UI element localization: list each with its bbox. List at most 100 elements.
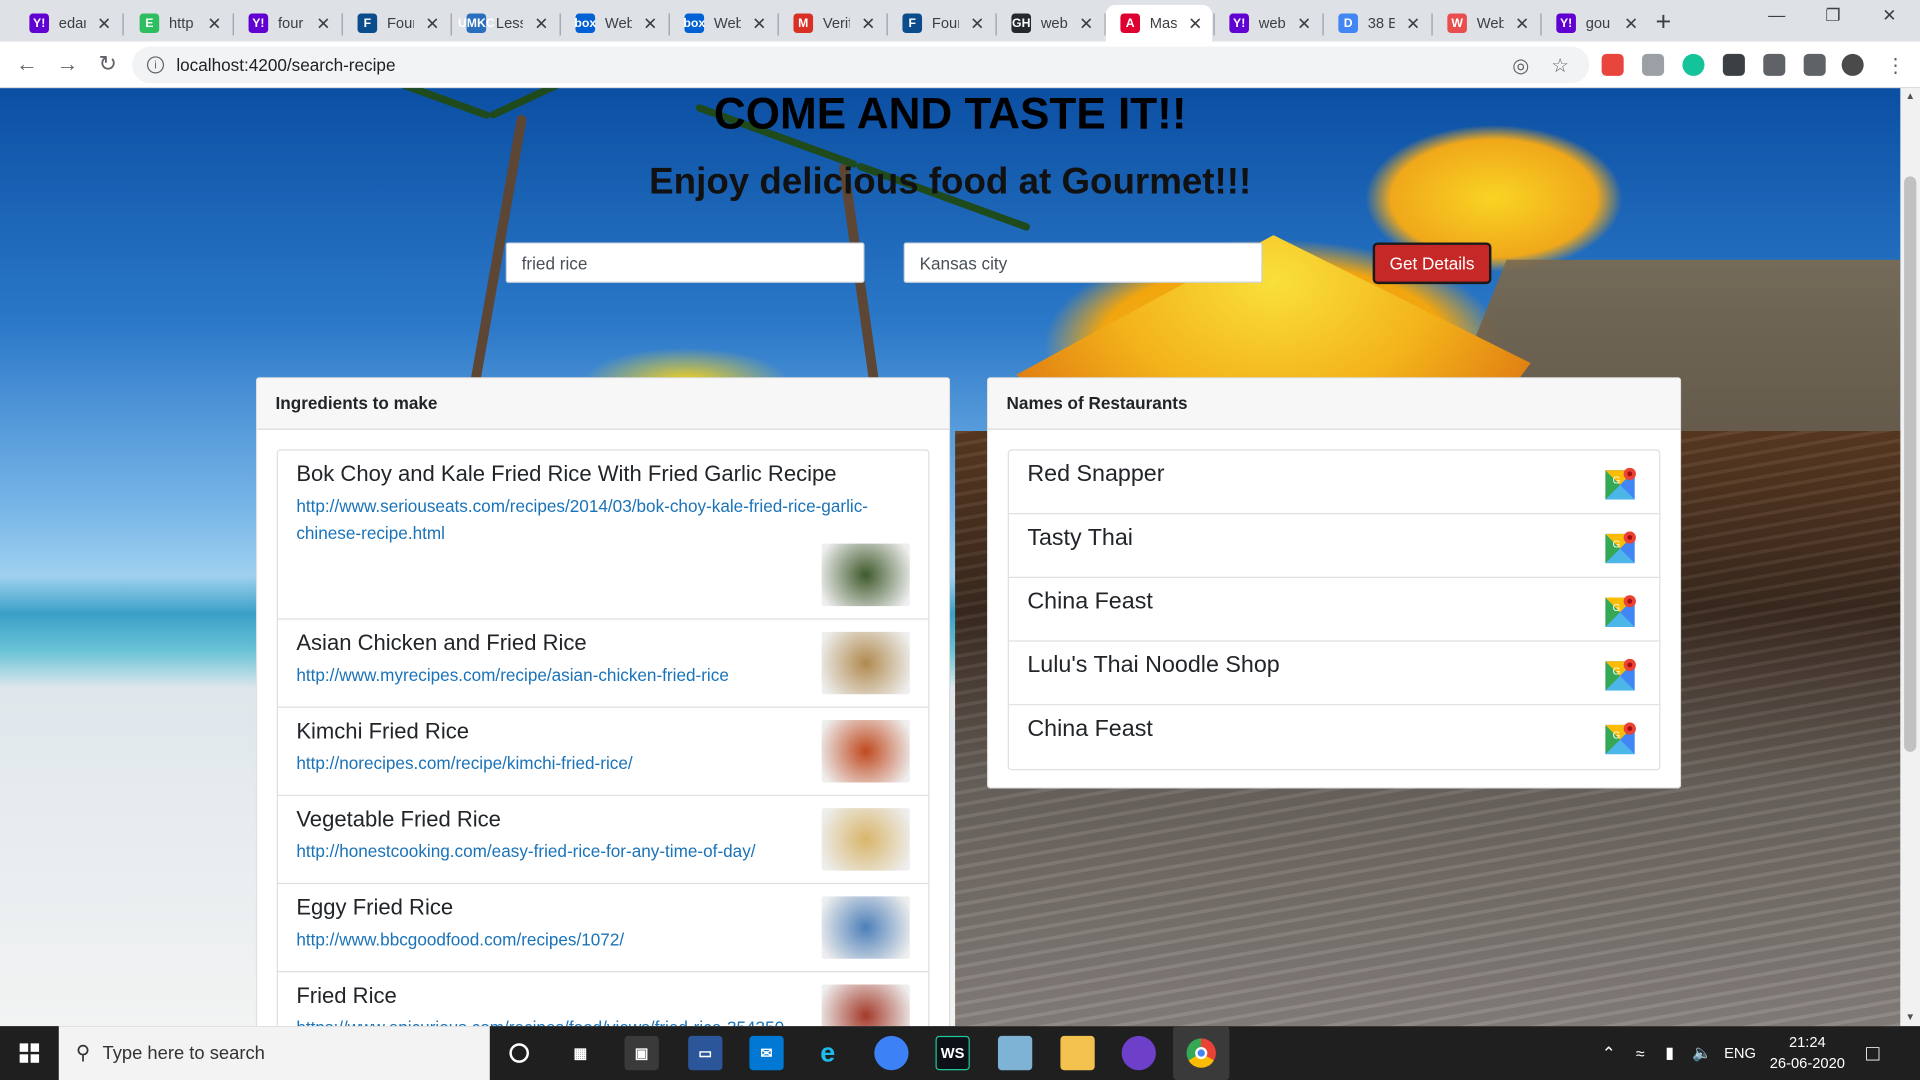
recipe-link[interactable]: http://www.myrecipes.com/recipe/asian-ch… xyxy=(296,661,896,688)
browser-tab[interactable]: Y! gou ✕ xyxy=(1542,5,1649,42)
clock[interactable]: 21:24 26-06-2020 xyxy=(1768,1026,1846,1080)
browser-menu-icon[interactable]: ⋮ xyxy=(1886,54,1906,78)
cortana-icon[interactable] xyxy=(502,1036,536,1070)
recipe-thumbnail-image[interactable] xyxy=(821,896,910,959)
recipe-thumbnail-image[interactable] xyxy=(821,720,910,783)
tab-favicon-icon: Y! xyxy=(1556,13,1576,34)
browser-tab[interactable]: M Verif ✕ xyxy=(779,5,886,42)
browser-tab[interactable]: Y! four ✕ xyxy=(234,5,341,42)
tab-close-icon[interactable]: ✕ xyxy=(1079,13,1093,34)
tab-close-icon[interactable]: ✕ xyxy=(425,13,439,34)
tab-close-icon[interactable]: ✕ xyxy=(1297,13,1311,34)
internet-explorer-icon[interactable]: e xyxy=(811,1036,845,1070)
volume-icon[interactable]: 🔈 xyxy=(1692,1026,1712,1080)
browser-tab[interactable]: F Four ✕ xyxy=(888,5,995,42)
github-desktop-icon[interactable] xyxy=(1121,1035,1156,1071)
url-text[interactable]: localhost:4200/search-recipe xyxy=(176,55,395,75)
tab-close-icon[interactable]: ✕ xyxy=(207,13,221,34)
tab-close-icon[interactable]: ✕ xyxy=(1406,13,1420,34)
browser-tab[interactable]: Y! web ✕ xyxy=(1215,5,1322,42)
browser-tab[interactable]: D 38 B ✕ xyxy=(1324,5,1431,42)
google-maps-icon[interactable]: G xyxy=(1605,722,1637,755)
file-explorer-icon[interactable] xyxy=(1060,1035,1095,1071)
notifications-icon[interactable]: □ xyxy=(1866,1026,1879,1080)
tab-close-icon[interactable]: ✕ xyxy=(1188,13,1202,34)
tab-close-icon[interactable]: ✕ xyxy=(1624,13,1638,34)
tab-close-icon[interactable]: ✕ xyxy=(752,13,766,34)
battery-icon[interactable]: ▮ xyxy=(1665,1026,1674,1080)
tab-label: Mas xyxy=(1149,14,1177,32)
recipe-link[interactable]: http://honestcooking.com/easy-fried-rice… xyxy=(296,838,896,865)
browser-tab[interactable]: W Web ✕ xyxy=(1433,5,1540,42)
browser-tab[interactable]: GH web ✕ xyxy=(997,5,1104,42)
screenshot-extension-icon[interactable] xyxy=(1722,53,1745,76)
tab-close-icon[interactable]: ✕ xyxy=(643,13,657,34)
tab-close-icon[interactable]: ✕ xyxy=(97,13,111,34)
scroll-up-arrow-icon[interactable]: ▲ xyxy=(1900,91,1920,102)
scroll-down-arrow-icon[interactable]: ▼ xyxy=(1900,1011,1920,1022)
tab-close-icon[interactable]: ✕ xyxy=(534,13,548,34)
language-indicator[interactable]: ENG xyxy=(1724,1026,1756,1080)
browser-tab[interactable]: F Four ✕ xyxy=(343,5,450,42)
browser-tab[interactable]: Y! edar ✕ xyxy=(15,5,122,42)
restaurant-item: China Feast G xyxy=(1008,578,1660,642)
profile-avatar[interactable] xyxy=(1841,53,1864,76)
browser-tab[interactable]: Ehttp ✕ xyxy=(125,5,232,42)
browser-tab[interactable]: UMKCLess ✕ xyxy=(452,5,559,42)
location-search-input[interactable] xyxy=(903,242,1263,283)
recipe-thumbnail-image[interactable] xyxy=(821,808,910,871)
task-view-icon[interactable]: ▦ xyxy=(563,1036,597,1070)
reload-icon[interactable]: ↻ xyxy=(93,51,122,77)
vpn-extension-icon[interactable] xyxy=(1642,53,1665,76)
tab-close-icon[interactable]: ✕ xyxy=(861,13,875,34)
close-window-button[interactable]: ✕ xyxy=(1861,5,1917,26)
get-details-button[interactable]: Get Details xyxy=(1372,242,1492,285)
grammarly-extension-icon[interactable] xyxy=(1682,53,1705,76)
maximize-button[interactable]: ❐ xyxy=(1805,5,1861,26)
google-maps-icon[interactable]: G xyxy=(1605,595,1637,627)
page-scrollbar[interactable]: ▲ ▼ xyxy=(1900,88,1920,1027)
forward-icon[interactable]: → xyxy=(53,51,82,77)
extensions-puzzle-icon[interactable] xyxy=(1803,53,1826,76)
browser-tab[interactable]: box Web ✕ xyxy=(561,5,668,42)
webstorm-icon[interactable]: WS xyxy=(935,1035,970,1071)
google-maps-icon[interactable]: G xyxy=(1605,658,1637,691)
pocket-extension-icon[interactable] xyxy=(1601,53,1624,76)
wifi-icon[interactable]: ≈ xyxy=(1636,1026,1645,1080)
recipe-title: Kimchi Fried Rice xyxy=(296,718,470,744)
recipe-search-input[interactable] xyxy=(505,242,865,283)
back-icon[interactable]: ← xyxy=(12,51,41,77)
tab-close-icon[interactable]: ✕ xyxy=(970,13,984,34)
chromium-icon[interactable] xyxy=(874,1035,909,1071)
restaurant-name: Lulu's Thai Noodle Shop xyxy=(1027,652,1280,679)
site-info-icon[interactable]: i xyxy=(146,56,165,74)
tab-close-icon[interactable]: ✕ xyxy=(316,13,330,34)
browser-tab[interactable]: box Web ✕ xyxy=(670,5,777,42)
new-tab-button[interactable]: + xyxy=(1656,6,1672,38)
bookmark-star-icon[interactable]: ☆ xyxy=(1551,54,1569,78)
recipe-link[interactable]: https://www.epicurious.com/recipes/food/… xyxy=(296,1014,896,1027)
recipe-thumbnail-image[interactable] xyxy=(821,543,910,607)
minimize-button[interactable]: — xyxy=(1749,5,1805,25)
recipe-thumbnail-image[interactable] xyxy=(821,631,910,695)
tray-chevron-icon[interactable]: ⌃ xyxy=(1602,1026,1616,1080)
address-bar[interactable]: i localhost:4200/search-recipe xyxy=(132,46,1590,84)
privacy-extension-icon[interactable] xyxy=(1763,53,1786,76)
recipe-link[interactable]: http://www.bbcgoodfood.com/recipes/1072/ xyxy=(296,926,896,953)
browser-tab[interactable]: A Mas ✕ xyxy=(1105,4,1213,42)
tab-close-icon[interactable]: ✕ xyxy=(1515,13,1529,34)
location-icon[interactable]: ◎ xyxy=(1512,54,1529,78)
recipe-thumbnail-image[interactable] xyxy=(821,984,910,1027)
this-pc-icon[interactable]: ▭ xyxy=(688,1035,723,1071)
taskbar-search-box[interactable]: ⚲ Type here to search xyxy=(58,1026,490,1080)
recipe-link[interactable]: http://www.seriouseats.com/recipes/2014/… xyxy=(296,492,896,546)
mail-icon[interactable]: ✉ xyxy=(749,1035,784,1071)
google-maps-icon[interactable]: G xyxy=(1605,531,1637,564)
google-maps-icon[interactable]: G xyxy=(1605,467,1637,500)
store-icon[interactable]: ▣ xyxy=(624,1035,659,1071)
recipe-link[interactable]: http://norecipes.com/recipe/kimchi-fried… xyxy=(296,749,896,776)
notepad-icon[interactable] xyxy=(997,1035,1033,1071)
windows-start-button[interactable] xyxy=(0,1026,59,1080)
chrome-taskbar-button[interactable] xyxy=(1173,1026,1230,1080)
scrollbar-thumb[interactable] xyxy=(1904,176,1917,752)
